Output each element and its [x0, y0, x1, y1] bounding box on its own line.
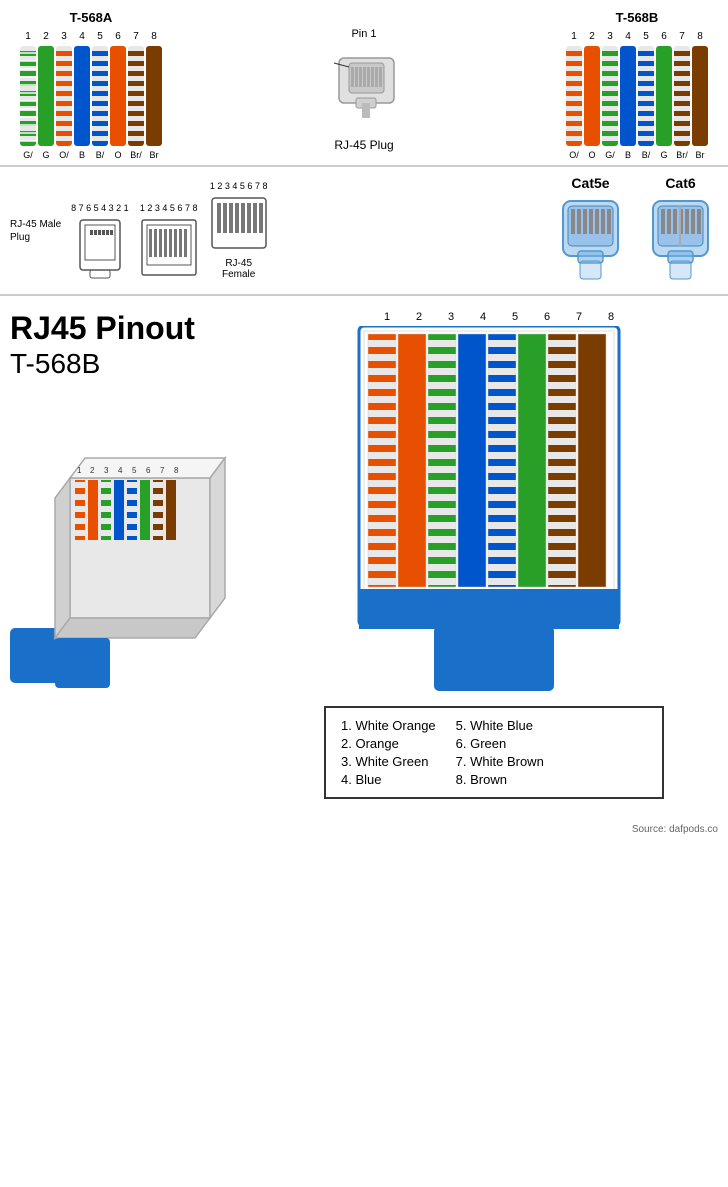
t568a-wires: [20, 46, 162, 146]
t568b-title: T-568B: [616, 10, 659, 25]
svg-text:8: 8: [174, 466, 179, 475]
t568a-pins: 1 2 3 4 5 6 7 8: [20, 31, 162, 42]
keystone-svg: [139, 215, 199, 280]
t568b-block: T-568B 1 2 3 4 5 6 7 8: [566, 10, 708, 160]
source-watermark: Source: dafpods.co: [0, 824, 728, 835]
pin1-label: Pin 1: [351, 28, 376, 40]
wire-b4: [620, 46, 636, 146]
connector-drawings: 8 7 6 5 4 3 2 1 1 2 3 4 5 6 7 8: [71, 181, 269, 280]
legend-item-5: 5. White Blue: [456, 718, 544, 733]
cat-photos: Cat5e: [553, 175, 718, 286]
bottom-section: RJ45 Pinout T-568B 1 2: [0, 296, 728, 819]
center-plug: Pin 1 RJ-45 Plug: [319, 10, 409, 160]
wire-b8: [692, 46, 708, 146]
legend-item-1: 1. White Orange: [341, 718, 436, 733]
wire-b3: [602, 46, 618, 146]
left-info: RJ45 Pinout T-568B 1 2: [10, 311, 260, 809]
wire-b6: [656, 46, 672, 146]
legend-col1: 1. White Orange 2. Orange 3. White Green…: [341, 718, 436, 787]
wire-4: [74, 46, 90, 146]
wire-5: [92, 46, 108, 146]
wire-3: [56, 46, 72, 146]
rj45-plug-svg: [319, 43, 409, 133]
wire-6: [110, 46, 126, 146]
connector-keystone: 1 2 3 4 5 6 7 8: [139, 203, 199, 280]
wire-7: [128, 46, 144, 146]
svg-text:2: 2: [90, 466, 95, 475]
cat5e-svg: [553, 196, 628, 286]
legend-col2: 5. White Blue 6. Green 7. White Brown 8.…: [456, 718, 544, 787]
wire-8: [146, 46, 162, 146]
wire-1: [20, 46, 36, 146]
top-section: T-568A 1 2 3 4 5 6 7 8: [0, 0, 728, 167]
svg-text:4: 4: [118, 466, 123, 475]
legend-item-8: 8. Brown: [456, 772, 544, 787]
t568b-wire-labels: O/ O G/ B B/ G Br/ Br: [566, 150, 708, 160]
main-subtitle: T-568B: [10, 346, 260, 382]
cat6-svg: [643, 196, 718, 286]
rj45-male-label: RJ-45 MalePlug: [10, 218, 61, 244]
wire-b2: [584, 46, 600, 146]
female-label: RJ-45Female: [222, 258, 255, 280]
female-top-svg: [209, 193, 269, 258]
main-title: RJ45 Pinout: [10, 311, 260, 346]
diagram-pin-numbers: 1 2 3 4 5 6 7 8: [372, 311, 626, 323]
right-diagram: 1 2 3 4 5 6 7 8: [270, 311, 718, 809]
page-container: T-568A 1 2 3 4 5 6 7 8: [0, 0, 728, 835]
svg-text:7: 7: [160, 466, 165, 475]
cat5e-item: Cat5e: [553, 175, 628, 286]
wire-b7: [674, 46, 690, 146]
middle-section: RJ-45 MalePlug 8 7 6 5 4 3 2 1: [0, 167, 728, 296]
cat6-title: Cat6: [665, 175, 695, 191]
legend-item-4: 4. Blue: [341, 772, 436, 787]
legend-item-3: 3. White Green: [341, 754, 436, 769]
legend-box: 1. White Orange 2. Orange 3. White Green…: [324, 706, 664, 799]
t568a-block: T-568A 1 2 3 4 5 6 7 8: [20, 10, 162, 160]
rj45-plug-label: RJ-45 Plug: [334, 138, 393, 152]
svg-text:6: 6: [146, 466, 151, 475]
t568a-wire-labels: G/ G O/ B B/ O Br/ Br: [20, 150, 162, 160]
legend-item-7: 7. White Brown: [456, 754, 544, 769]
t568b-wires: [566, 46, 708, 146]
legend-item-6: 6. Green: [456, 736, 544, 751]
connector-3d-svg: 1 2 3 4 5 6 7 8: [10, 398, 250, 708]
wire-diagram-svg: [354, 326, 634, 696]
svg-text:5: 5: [132, 466, 137, 475]
svg-text:1: 1: [77, 466, 82, 475]
connector-male-side: 8 7 6 5 4 3 2 1: [71, 203, 129, 280]
wire-b1: [566, 46, 582, 146]
legend-item-2: 2. Orange: [341, 736, 436, 751]
t568a-title: T-568A: [70, 10, 113, 25]
t568b-pins: 1 2 3 4 5 6 7 8: [566, 31, 708, 42]
svg-text:3: 3: [104, 466, 109, 475]
male-plug-svg: [75, 215, 125, 280]
wire-2: [38, 46, 54, 146]
connector-female-top: 1 2 3 4 5 6 7 8 RJ-45Female: [209, 181, 269, 280]
cat5e-title: Cat5e: [571, 175, 609, 191]
cat6-item: Cat6: [643, 175, 718, 286]
wire-b5: [638, 46, 654, 146]
